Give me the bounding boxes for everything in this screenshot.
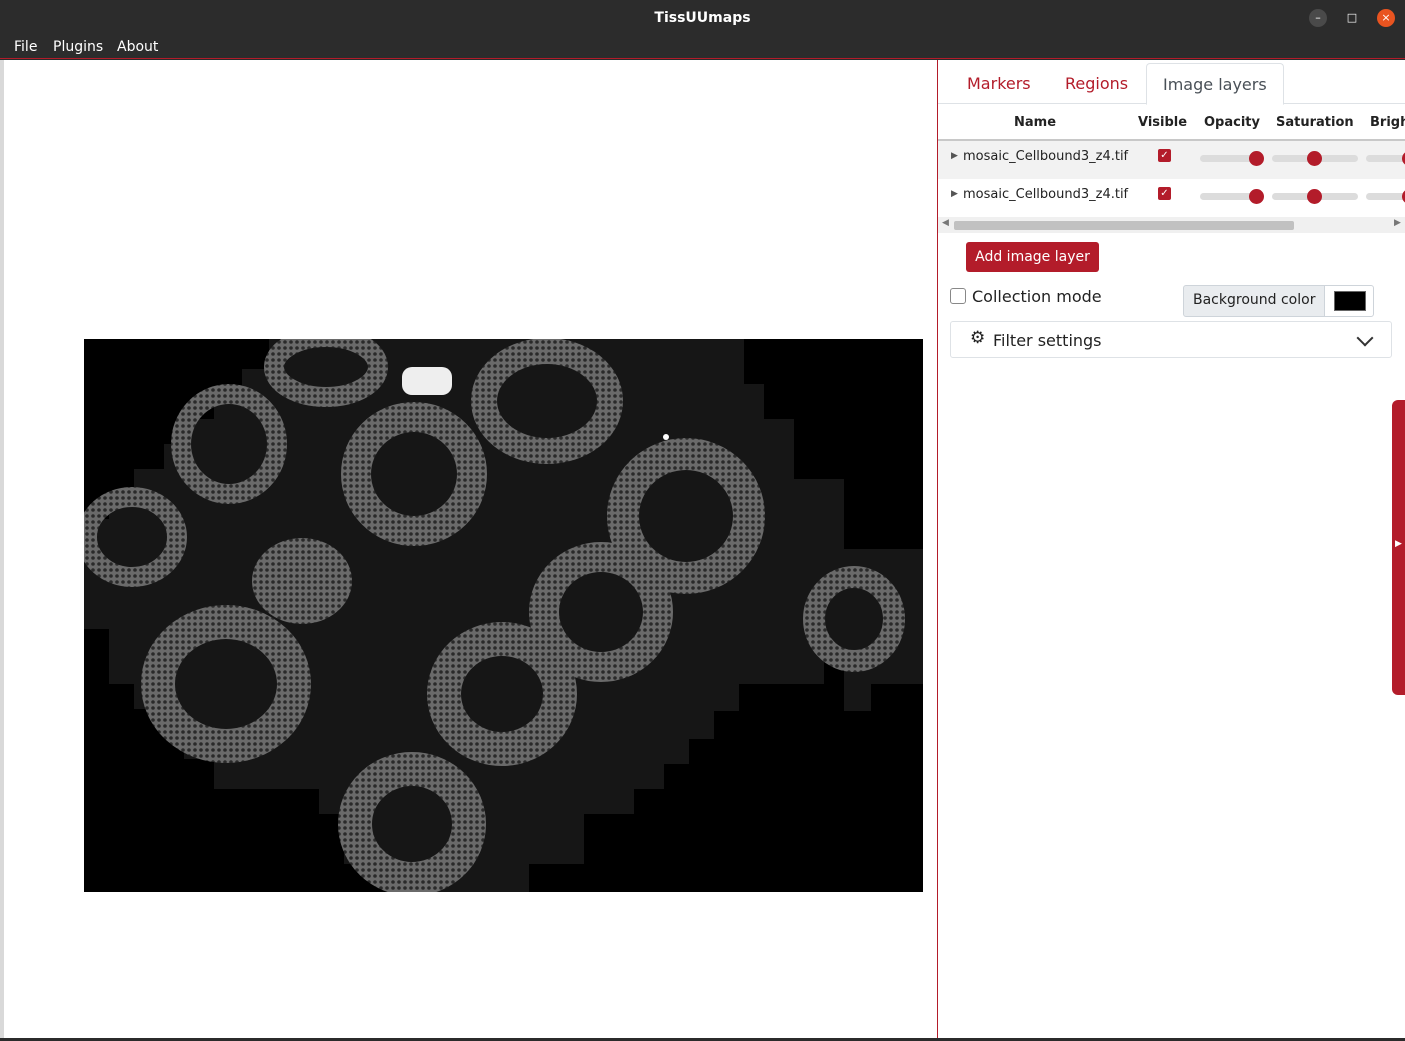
chevron-down-icon [1356, 329, 1374, 347]
expand-caret-icon[interactable]: ▶ [951, 151, 958, 161]
visible-checkbox[interactable]: ✓ [1158, 149, 1171, 162]
menu-plugins[interactable]: Plugins [53, 39, 103, 55]
opacity-slider[interactable] [1200, 189, 1264, 204]
close-icon[interactable]: × [1377, 9, 1395, 27]
opacity-slider-thumb[interactable] [1249, 151, 1264, 166]
background-color-group: Background color [1183, 285, 1374, 317]
expand-caret-icon[interactable]: ▶ [951, 189, 958, 199]
tab-image-layers[interactable]: Image layers [1146, 63, 1284, 105]
collection-mode-label: Collection mode [972, 287, 1102, 306]
scroll-right-icon[interactable]: ▶ [1394, 218, 1401, 228]
chevron-right-icon: ▶ [1395, 539, 1402, 549]
tab-regions[interactable]: Regions [1065, 74, 1128, 93]
gear-icon: ⚙ [970, 328, 986, 348]
title-bar: TissUUmaps – □ × [0, 0, 1405, 37]
background-color-picker[interactable] [1324, 285, 1374, 317]
filter-settings-accordion[interactable]: ⚙ Filter settings [950, 321, 1392, 358]
menu-about[interactable]: About [117, 39, 158, 55]
collection-mode-checkbox[interactable] [950, 288, 966, 304]
saturation-slider-thumb[interactable] [1307, 151, 1322, 166]
col-visible: Visible [1138, 115, 1188, 130]
saturation-slider[interactable] [1272, 151, 1358, 166]
col-opacity: Opacity [1204, 115, 1260, 130]
layers-table-header: Name Visible Opacity Saturation Brigh [938, 104, 1405, 141]
add-image-layer-button[interactable]: Add image layer [966, 242, 1099, 272]
table-row: ▶ mosaic_Cellbound3_z4.tif ✓ [938, 141, 1405, 179]
scrollbar-thumb[interactable] [954, 221, 1294, 230]
menu-bar: File Plugins About [0, 37, 1405, 59]
tab-markers[interactable]: Markers [967, 74, 1031, 93]
tab-bar: Markers Regions Image layers [938, 60, 1405, 105]
col-name: Name [1014, 115, 1057, 130]
opacity-slider-thumb[interactable] [1249, 189, 1264, 204]
col-saturation: Saturation [1276, 115, 1354, 130]
image-viewer[interactable] [4, 60, 937, 1038]
table-row: ▶ mosaic_Cellbound3_z4.tif ✓ [938, 179, 1405, 217]
saturation-slider[interactable] [1272, 189, 1358, 204]
col-brightness: Brigh [1370, 115, 1405, 130]
brightness-slider[interactable] [1366, 189, 1405, 204]
opacity-slider[interactable] [1200, 151, 1264, 166]
tissue-image [84, 339, 923, 892]
microscopy-image[interactable] [84, 339, 923, 892]
saturation-slider-thumb[interactable] [1307, 189, 1322, 204]
panel-collapse-tab[interactable]: ▶ [1392, 400, 1405, 695]
window-title: TissUUmaps [654, 10, 751, 26]
layer-name: mosaic_Cellbound3_z4.tif [963, 187, 1129, 202]
scroll-left-icon[interactable]: ◀ [942, 218, 949, 228]
filter-settings-label: Filter settings [993, 331, 1102, 350]
background-color-swatch[interactable] [1334, 291, 1366, 311]
side-panel: Markers Regions Image layers Name Visibl… [937, 60, 1405, 1038]
brightness-slider[interactable] [1366, 151, 1405, 166]
maximize-icon[interactable]: □ [1343, 9, 1361, 27]
background-color-label: Background color [1193, 292, 1316, 308]
menu-file[interactable]: File [14, 39, 37, 55]
horizontal-scrollbar[interactable]: ◀ ▶ [938, 217, 1405, 233]
visible-checkbox[interactable]: ✓ [1158, 187, 1171, 200]
minimize-icon[interactable]: – [1309, 9, 1327, 27]
layer-name: mosaic_Cellbound3_z4.tif [963, 149, 1129, 164]
